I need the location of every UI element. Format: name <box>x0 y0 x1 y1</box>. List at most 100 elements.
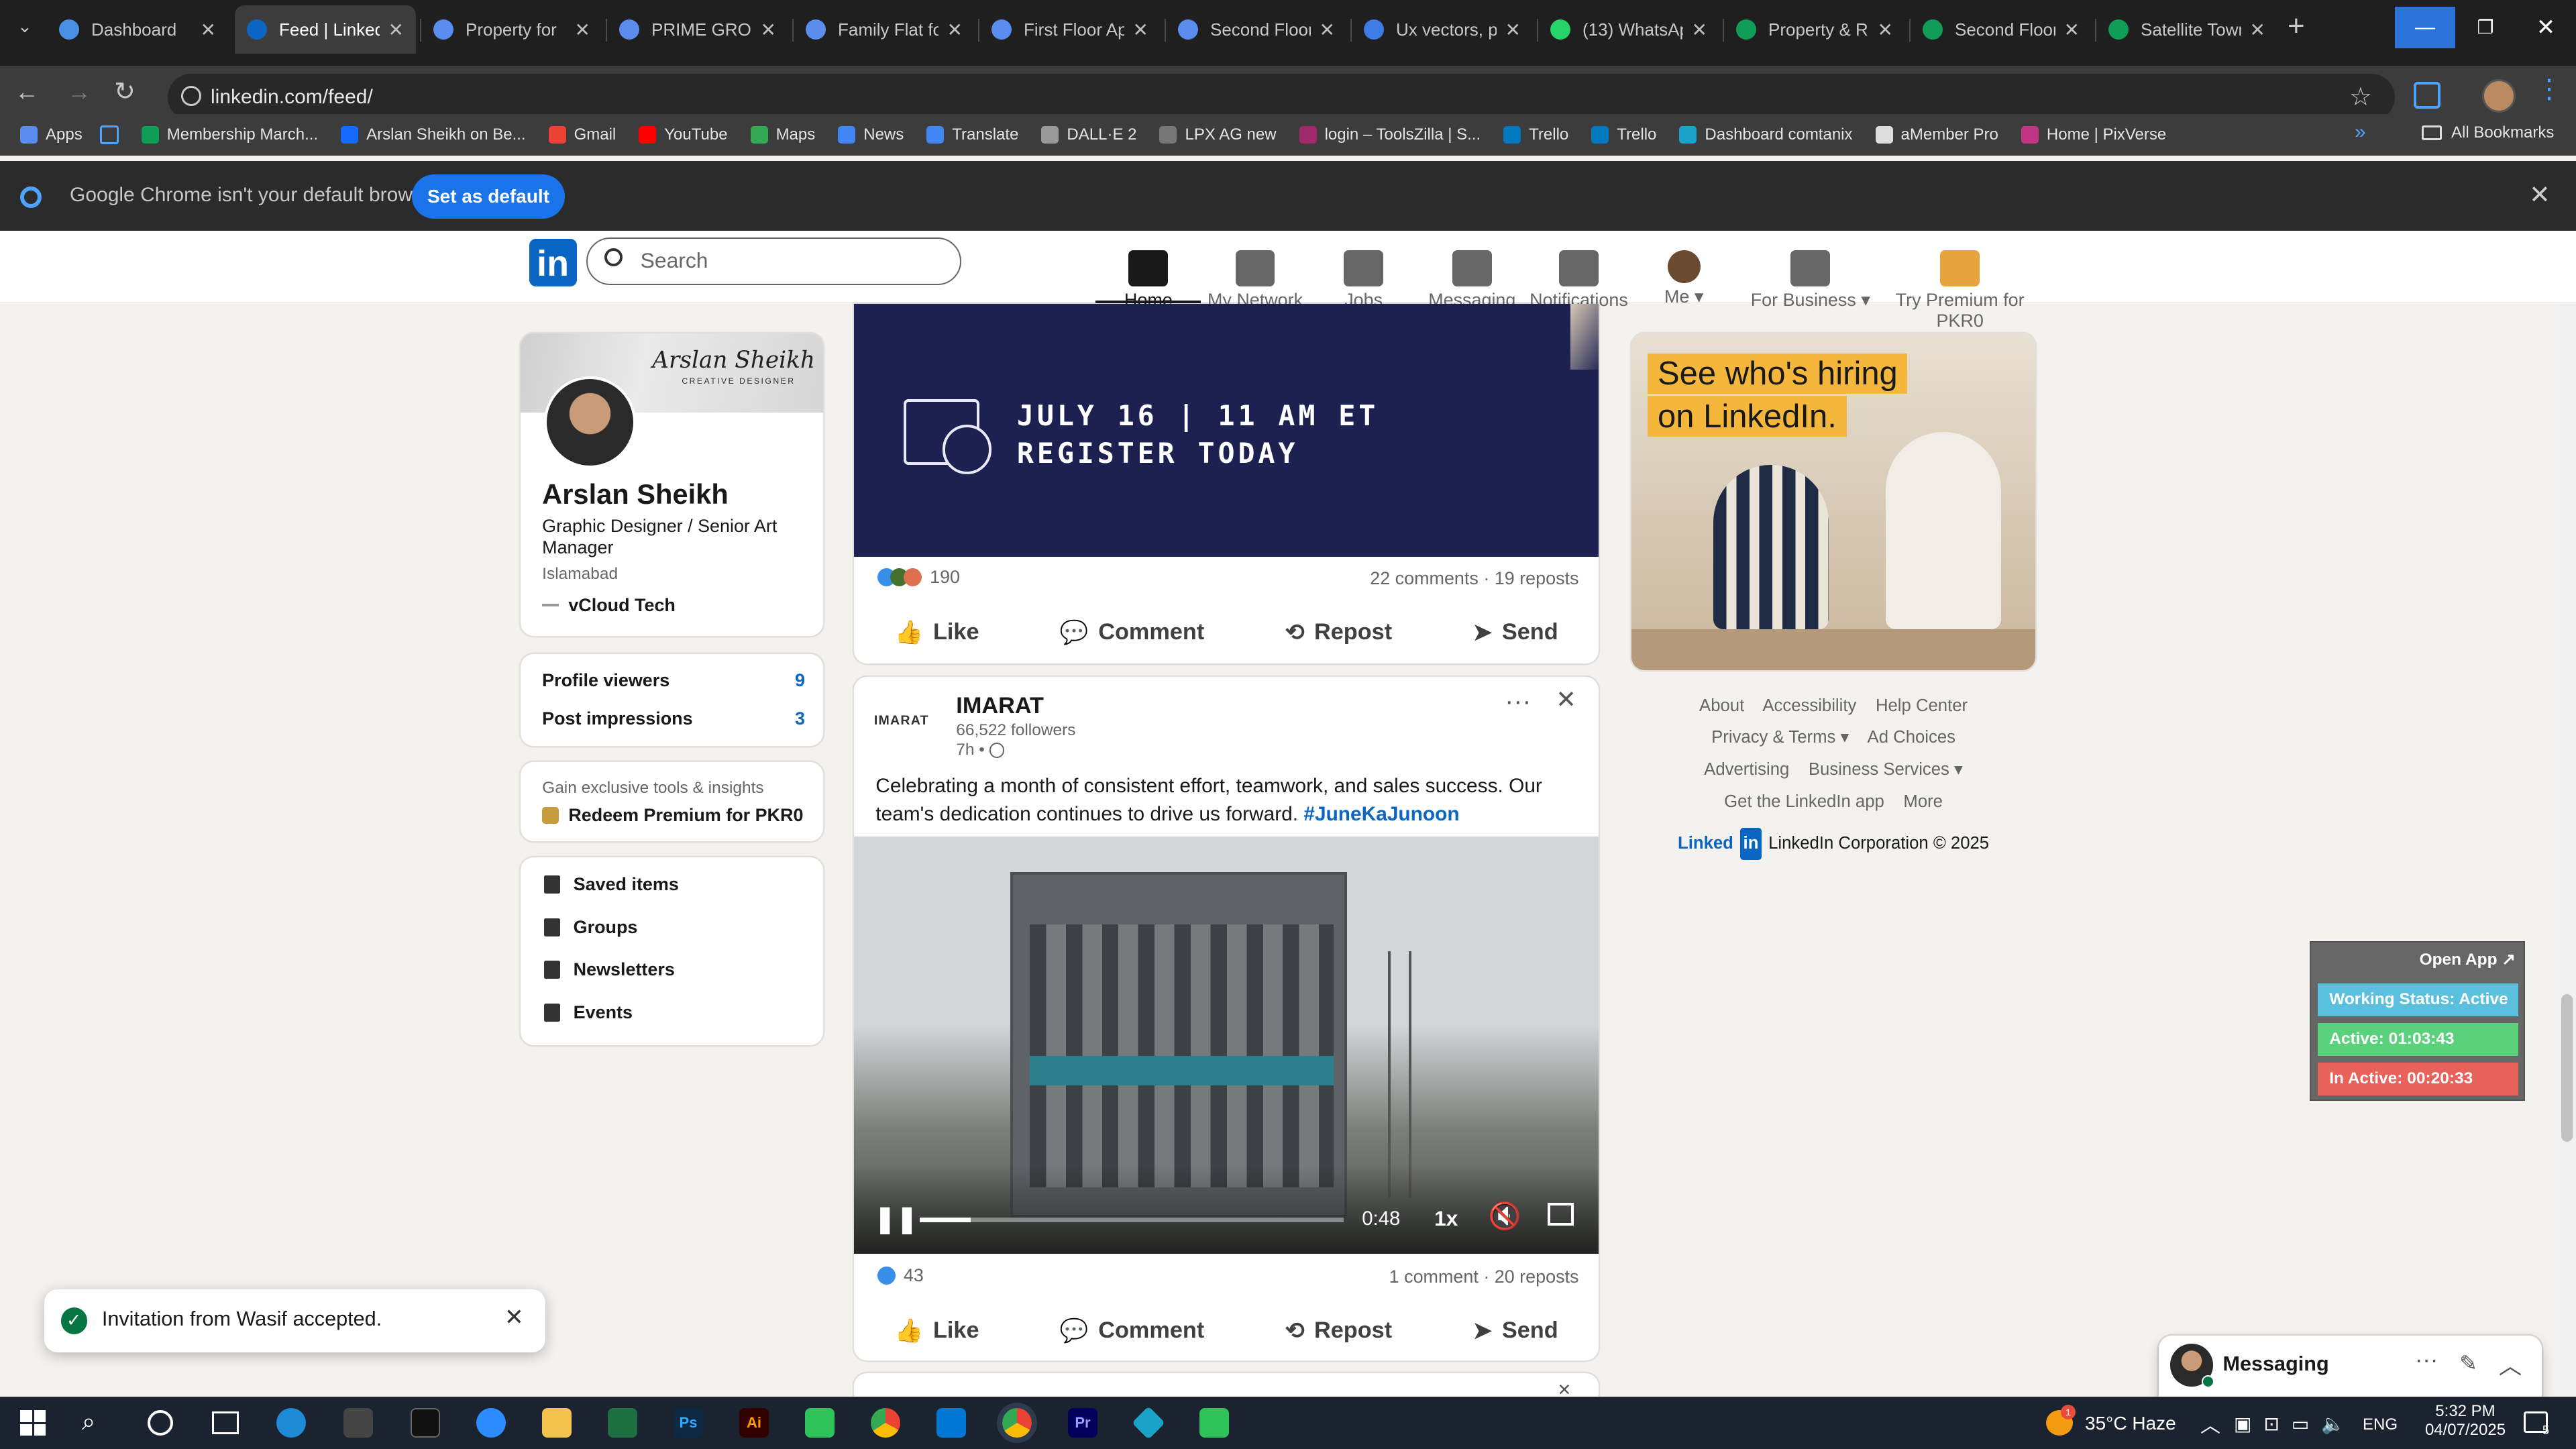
mute-icon[interactable]: 🔇 <box>1489 1201 1521 1232</box>
post-author[interactable]: IMARAT <box>956 693 1044 719</box>
repost-button[interactable]: ⟲ Repost <box>1285 1318 1393 1344</box>
repost-button[interactable]: ⟲ Repost <box>1285 619 1393 646</box>
comment-icon: 💬 <box>1059 1318 1089 1344</box>
edge-icon[interactable] <box>276 1408 306 1438</box>
post-video[interactable]: ❚❚ 0:48 1x 🔇 <box>854 836 1599 1254</box>
shortcut-groups[interactable]: Groups <box>543 917 637 938</box>
green-app-icon[interactable] <box>805 1408 835 1438</box>
footer-more-link[interactable]: More <box>1903 792 1943 811</box>
search-taskbar-icon[interactable]: ⌕ <box>82 1407 95 1436</box>
hiring-ad[interactable]: See who's hiring on LinkedIn. <box>1631 333 2036 671</box>
imarat-logo[interactable]: IMARAT <box>874 713 947 739</box>
language-indicator[interactable]: ENG <box>2363 1415 2398 1434</box>
bookmark-icon <box>543 875 561 894</box>
task-view-icon[interactable] <box>212 1411 239 1434</box>
weather-text[interactable]: 35°C Haze <box>2085 1413 2176 1434</box>
post-actions: 👍 Like 💬 Comment ⟲ Repost ➤ Send <box>854 593 1598 663</box>
footer-advertising-link[interactable]: Advertising <box>1704 760 1789 779</box>
comments-reposts-count[interactable]: 22 comments · 19 reposts <box>1370 568 1578 589</box>
terminal-icon[interactable] <box>411 1408 440 1438</box>
footer-business-services-link[interactable]: Business Services <box>1809 760 1949 779</box>
vscode-icon[interactable] <box>936 1408 966 1438</box>
video-progress-track[interactable] <box>920 1217 1344 1223</box>
feed-post-imarat: IMARAT IMARAT 66,522 followers 7h • ··· … <box>854 676 1599 1360</box>
messaging-more-icon[interactable]: ··· <box>2415 1347 2438 1373</box>
reaction-summary[interactable]: 43 <box>877 1265 924 1286</box>
fullscreen-icon[interactable] <box>1547 1202 1574 1226</box>
shortcut-label: Newsletters <box>573 959 675 980</box>
profile-company[interactable]: vCloud Tech <box>542 595 676 616</box>
comment-button[interactable]: 💬 Comment <box>1060 1318 1204 1344</box>
dismiss-post-icon[interactable]: ✕ <box>1556 685 1576 714</box>
green-app-2-icon[interactable] <box>1199 1408 1229 1438</box>
pause-button[interactable]: ❚❚ <box>874 1204 918 1234</box>
footer-copyright: LinkedIn Corporation © 2025 <box>1768 834 1990 853</box>
dashboard-app-icon[interactable] <box>1132 1406 1165 1440</box>
thumbs-up-icon: 👍 <box>894 619 924 645</box>
banner-decoration <box>1570 304 1599 370</box>
profile-card[interactable]: Arslan Sheikh CREATIVE DESIGNER Arslan S… <box>521 333 823 636</box>
repost-label: Repost <box>1314 619 1393 645</box>
comments-reposts-count[interactable]: 1 comment · 20 reposts <box>1389 1267 1579 1287</box>
clock[interactable]: 5:32 PM 04/07/2025 <box>2422 1402 2509 1440</box>
like-button[interactable]: 👍 Like <box>895 1318 979 1344</box>
footer-about-link[interactable]: About <box>1699 696 1744 715</box>
windows-taskbar: ⌕ Ps Ai Pr 1 35°C Haze ︿ ▣⊡▭🔈 ENG 5:32 P… <box>0 1397 2576 1449</box>
illustrator-icon[interactable]: Ai <box>739 1408 769 1438</box>
stat-label: Post impressions <box>542 708 693 729</box>
premiere-icon[interactable]: Pr <box>1068 1408 1097 1438</box>
redeem-premium-link[interactable]: Redeem Premium for PKR0 <box>542 805 803 826</box>
toast-close-icon[interactable]: ✕ <box>504 1304 524 1331</box>
messaging-collapse-icon[interactable]: ︿ <box>2499 1347 2522 1381</box>
open-app-button[interactable]: Open App ↗ <box>2420 949 2516 969</box>
shortcut-saved-items[interactable]: Saved items <box>543 873 679 895</box>
company-name: vCloud Tech <box>568 594 676 615</box>
company-logo-icon <box>542 603 559 607</box>
compose-message-icon[interactable]: ✎ <box>2459 1350 2477 1376</box>
cortana-icon[interactable] <box>148 1410 173 1436</box>
post-hashtag[interactable]: #JuneKaJunoon <box>1303 803 1459 825</box>
zoom-icon[interactable] <box>476 1408 506 1438</box>
send-button[interactable]: ➤ Send <box>1472 619 1558 646</box>
toast-notification: ✓ Invitation from Wasif accepted. ✕ <box>44 1289 546 1352</box>
footer-accessibility-link[interactable]: Accessibility <box>1762 696 1856 715</box>
page-scrollbar-thumb[interactable] <box>2561 994 2573 1142</box>
photoshop-icon[interactable]: Ps <box>674 1408 703 1438</box>
stat-profile-viewers[interactable]: Profile viewers 9 <box>542 670 805 691</box>
send-button[interactable]: ➤ Send <box>1472 1318 1558 1344</box>
page-scrollbar-track[interactable] <box>2558 304 2576 1397</box>
stat-post-impressions[interactable]: Post impressions 3 <box>542 708 805 729</box>
tray-icons[interactable]: ▣⊡▭🔈 <box>2234 1413 2357 1435</box>
footer-ad-choices-link[interactable]: Ad Choices <box>1868 728 1955 747</box>
globe-icon <box>989 743 1005 758</box>
post-more-options-icon[interactable]: ··· <box>1505 687 1531 716</box>
clock-icon <box>942 425 992 474</box>
excel-icon[interactable] <box>608 1408 637 1438</box>
footer-privacy-terms-link[interactable]: Privacy & Terms <box>1711 728 1835 747</box>
shortcut-newsletters[interactable]: Newsletters <box>543 959 675 980</box>
chrome-active-icon[interactable] <box>1002 1408 1032 1438</box>
shortcut-label: Saved items <box>573 873 679 894</box>
event-banner[interactable]: JULY 16 | 11 AM ET REGISTER TODAY <box>854 304 1599 557</box>
shortcut-events[interactable]: Events <box>543 1002 633 1023</box>
file-explorer-icon[interactable] <box>542 1408 572 1438</box>
chrome-taskbar-icon[interactable] <box>871 1408 900 1438</box>
pen-tool-icon[interactable] <box>343 1408 373 1438</box>
profile-name[interactable]: Arslan Sheikh <box>542 478 729 511</box>
reaction-summary[interactable]: 190 <box>877 567 960 588</box>
shortcuts-card: Saved items Groups Newsletters Events <box>521 857 823 1045</box>
messaging-label: Messaging <box>2222 1352 2329 1375</box>
tray-chevron-icon[interactable]: ︿ <box>2200 1409 2220 1438</box>
send-icon: ➤ <box>1472 1318 1493 1344</box>
like-button[interactable]: 👍 Like <box>895 619 979 646</box>
playback-speed-button[interactable]: 1x <box>1434 1206 1458 1231</box>
weather-alert-badge: 1 <box>2061 1405 2076 1419</box>
footer-get-app-link[interactable]: Get the LinkedIn app <box>1724 792 1884 811</box>
repost-icon: ⟲ <box>1285 1318 1305 1344</box>
footer-help-center-link[interactable]: Help Center <box>1876 696 1968 715</box>
premium-card[interactable]: Gain exclusive tools & insights Redeem P… <box>521 762 823 841</box>
start-button[interactable] <box>20 1410 46 1436</box>
messaging-bar[interactable]: Messaging ··· ✎ ︿ <box>2158 1336 2542 1399</box>
comment-button[interactable]: 💬 Comment <box>1060 619 1204 646</box>
profile-photo[interactable] <box>543 376 636 468</box>
